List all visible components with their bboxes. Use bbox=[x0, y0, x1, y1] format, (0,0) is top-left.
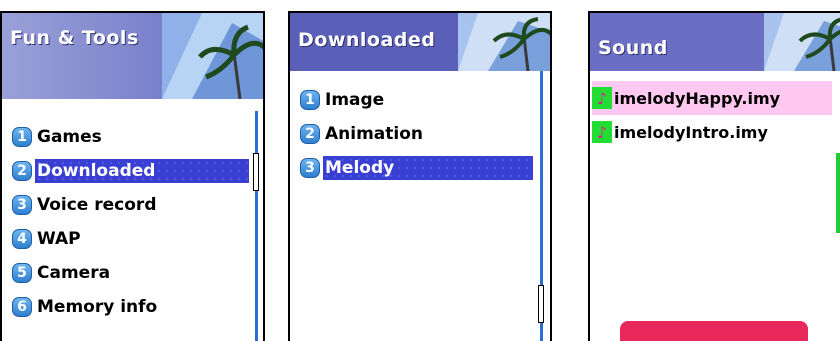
menu-item-animation[interactable]: 2 Animation bbox=[300, 117, 540, 151]
menu-item-label: Downloaded bbox=[35, 159, 249, 183]
screen-title: Downloaded bbox=[298, 29, 436, 51]
menu-item-camera[interactable]: 5 Camera bbox=[12, 256, 252, 290]
palm-tree-icon bbox=[764, 13, 840, 71]
menu-item-label: Image bbox=[325, 90, 385, 110]
scrollbar-track[interactable] bbox=[255, 111, 258, 341]
softkey-tab[interactable] bbox=[620, 321, 808, 341]
side-indicator bbox=[836, 153, 840, 233]
file-item-imelodyhappy[interactable]: ♪ imelodyHappy.imy bbox=[592, 81, 832, 115]
menu-item-label: Animation bbox=[325, 124, 424, 144]
palm-tree-icon bbox=[458, 13, 550, 71]
menu-item-image[interactable]: 1 Image bbox=[300, 83, 540, 117]
menu-item-label: Games bbox=[37, 127, 102, 147]
screen-title: Sound bbox=[598, 37, 668, 59]
menu-item-memory-info[interactable]: 6 Memory info bbox=[12, 290, 252, 324]
screen-title: Fun & Tools bbox=[10, 27, 139, 49]
file-item-imelodyintro[interactable]: ♪ imelodyIntro.imy bbox=[592, 115, 832, 149]
number-2-icon: 2 bbox=[12, 161, 32, 181]
menu-item-melody[interactable]: 3 Melody bbox=[300, 151, 540, 185]
menu-list: 1 Games 2 Downloaded 3 Voice record 4 WA… bbox=[12, 120, 252, 324]
menu-item-label: Melody bbox=[323, 156, 533, 180]
downloaded-screen: Downloaded 1 Image 2 Animation 3 Melody bbox=[288, 11, 552, 341]
number-5-icon: 5 bbox=[12, 263, 32, 283]
music-note-icon: ♪ bbox=[592, 121, 612, 143]
number-3-icon: 3 bbox=[300, 158, 320, 178]
number-6-icon: 6 bbox=[12, 297, 32, 317]
menu-item-label: Camera bbox=[37, 263, 111, 283]
number-1-icon: 1 bbox=[300, 90, 320, 110]
fun-tools-screen: Fun & Tools 1 Games 2 Downloaded 3 Voice… bbox=[0, 11, 265, 341]
header-bar: Sound bbox=[590, 13, 840, 71]
menu-item-downloaded[interactable]: 2 Downloaded bbox=[12, 154, 252, 188]
number-1-icon: 1 bbox=[12, 127, 32, 147]
menu-item-wap[interactable]: 4 WAP bbox=[12, 222, 252, 256]
file-list: ♪ imelodyHappy.imy ♪ imelodyIntro.imy bbox=[592, 81, 832, 149]
header-bar: Fun & Tools bbox=[2, 13, 263, 99]
number-4-icon: 4 bbox=[12, 229, 32, 249]
file-name: imelodyHappy.imy bbox=[614, 88, 781, 108]
header-bar: Downloaded bbox=[290, 13, 550, 71]
menu-item-voice-record[interactable]: 3 Voice record bbox=[12, 188, 252, 222]
number-3-icon: 3 bbox=[12, 195, 32, 215]
file-name: imelodyIntro.imy bbox=[614, 122, 768, 142]
palm-tree-icon bbox=[162, 13, 263, 99]
menu-item-label: Voice record bbox=[37, 195, 157, 215]
scrollbar-thumb[interactable] bbox=[253, 153, 259, 191]
number-2-icon: 2 bbox=[300, 124, 320, 144]
menu-item-games[interactable]: 1 Games bbox=[12, 120, 252, 154]
scrollbar-thumb[interactable] bbox=[538, 285, 544, 323]
music-note-icon: ♪ bbox=[592, 87, 612, 109]
menu-item-label: Memory info bbox=[37, 297, 158, 317]
sound-screen: Sound ♪ imelodyHappy.imy ♪ imelodyIntro.… bbox=[588, 11, 840, 341]
menu-item-label: WAP bbox=[37, 229, 81, 249]
menu-list: 1 Image 2 Animation 3 Melody bbox=[300, 83, 540, 185]
